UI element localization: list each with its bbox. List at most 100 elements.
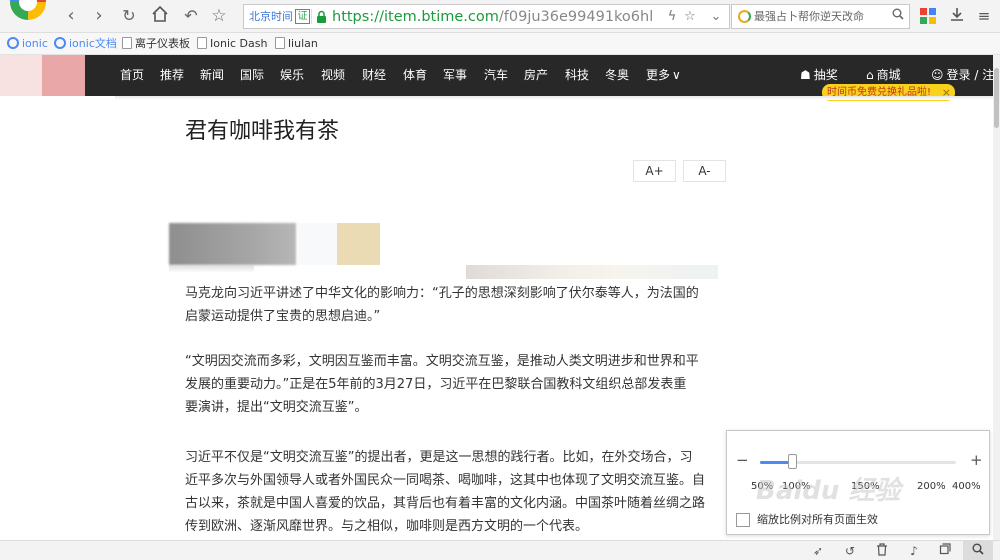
address-bar[interactable]: 北京时间证 https://item.btime.com/f09ju36e994… — [243, 4, 730, 29]
paragraph-line: 古以来，茶就是中国人喜爱的饮品，其背后也有着丰富的文化内涵。中国茶叶随着丝绸之路 — [185, 496, 706, 511]
nav-item-military[interactable]: 军事 — [443, 66, 467, 84]
article-image-blurred — [169, 223, 296, 265]
url-text[interactable]: https://item.btime.com/f09ju36e99491ko6h… — [332, 7, 652, 27]
nav-shadow — [115, 96, 993, 100]
page-icon — [122, 37, 132, 49]
header-banner-right — [42, 55, 85, 96]
bookmark-label: 离子仪表板 — [135, 37, 190, 50]
download-icon[interactable] — [947, 6, 967, 26]
page-icon — [275, 37, 285, 49]
reload-icon[interactable]: ↻ — [118, 5, 140, 27]
bookmark-liulan[interactable]: liulan — [275, 36, 318, 52]
favorite-star-icon[interactable]: ☆ — [208, 5, 230, 27]
zoom-label-50: 50% — [751, 481, 774, 492]
page-icon — [197, 37, 207, 49]
header-banner-left — [0, 55, 42, 96]
page-scrollbar[interactable] — [993, 55, 1000, 540]
article-image-blurred — [337, 223, 380, 265]
lightning-icon[interactable]: ϟ — [662, 7, 682, 27]
apps-grid-icon[interactable] — [920, 8, 936, 24]
location-tag[interactable]: 北京时间证 — [249, 8, 310, 25]
status-bar: ➶ ↺ ♪ — [0, 540, 1000, 560]
nav-item-finance[interactable]: 财经 — [362, 66, 386, 84]
paragraph-line: 启蒙运动提供了宝贵的思想启迪。” — [185, 309, 381, 324]
nav-item-entertainment[interactable]: 娱乐 — [280, 66, 304, 84]
zoom-icon[interactable] — [970, 543, 986, 559]
search-box[interactable]: 最强占卜帮你逆天改命 — [731, 4, 910, 29]
zoom-out-button[interactable]: − — [736, 450, 749, 470]
undo-close-tab-icon[interactable]: ↶ — [180, 5, 202, 27]
zoom-label-400: 400% — [952, 481, 981, 492]
article-image-blurred — [297, 223, 337, 265]
article-paragraph: 马克龙向习近平讲述了中华文化的影响力：“孔子的思想深刻影响了伏尔泰等人，为法国的… — [185, 282, 725, 328]
menu-icon[interactable]: ≡ — [974, 6, 994, 26]
bookmark-dashboard-cn[interactable]: 离子仪表板 — [122, 36, 190, 52]
refresh-icon[interactable]: ↺ — [842, 543, 858, 559]
nav-item-more[interactable]: 更多 ∨ — [646, 66, 681, 84]
nav-item-auto[interactable]: 汽车 — [484, 66, 508, 84]
browser-toolbar: ‹ › ↻ ↶ ☆ 北京时间证 https://item.btime.com/f… — [0, 0, 1000, 33]
address-divider — [311, 9, 312, 24]
nav-item-home[interactable]: 首页 — [120, 66, 144, 84]
article-image-shadow — [169, 265, 254, 273]
bookmark-ionic[interactable]: ionic — [7, 36, 48, 52]
bookmark-ionic-docs[interactable]: ionic文档 — [54, 36, 117, 52]
zoom-popup: − + 50% 100% 150% 200% 400% 缩放比例对所有页面生效 — [726, 430, 990, 535]
rocket-icon[interactable]: ➶ — [810, 543, 826, 559]
lottery-label: 抽奖 — [813, 68, 838, 82]
bag-icon: ⌂ — [866, 68, 874, 82]
nav-item-recommend[interactable]: 推荐 — [160, 66, 184, 84]
bookmark-ionic-dash[interactable]: Ionic Dash — [197, 36, 267, 52]
back-icon[interactable]: ‹ — [60, 5, 82, 27]
nav-item-news[interactable]: 新闻 — [200, 66, 224, 84]
url-host: https://item.btime.com — [332, 9, 499, 25]
lottery-link[interactable]: ☗ 抽奖 — [800, 66, 838, 84]
article-paragraph: 习近平不仅是“文明交流互鉴”的提出者，更是这一思想的践行者。比如，在外交场合，习… — [185, 446, 725, 538]
login-link[interactable]: ☺ 登录 / 注 — [931, 66, 993, 84]
forward-icon[interactable]: › — [88, 5, 110, 27]
bookmark-star-icon[interactable]: ☆ — [680, 7, 700, 27]
location-tag-label: 北京时间 — [249, 10, 293, 23]
bookmark-label: ionic — [22, 37, 48, 50]
scrollbar-thumb[interactable] — [994, 68, 999, 128]
dropdown-chevron-icon[interactable]: ⌄ — [706, 7, 726, 27]
nav-item-tech[interactable]: 科技 — [565, 66, 589, 84]
zoom-slider-thumb[interactable] — [788, 454, 798, 469]
article-paragraph: “文明因交流而多彩，文明因互鉴而丰富。文明交流互鉴，是推动人类文明进步和世界和平… — [185, 350, 725, 419]
paragraph-line: 要演讲，提出“文明交流互鉴”。 — [185, 400, 368, 415]
bookmarks-bar: ionic ionic文档 离子仪表板 Ionic Dash liulan — [0, 33, 1000, 55]
zoom-in-button[interactable]: + — [970, 450, 983, 470]
nav-item-winter-olympics[interactable]: 冬奥 — [605, 66, 629, 84]
nav-item-realestate[interactable]: 房产 — [524, 66, 548, 84]
nav-more-label: 更多 — [646, 68, 671, 82]
article-title: 君有咖啡我有茶 — [185, 119, 340, 144]
chevron-down-icon: ∨ — [672, 68, 681, 82]
gift-icon: ☗ — [800, 68, 811, 82]
shop-label: 商城 — [876, 68, 901, 82]
apply-all-checkbox[interactable] — [736, 513, 750, 527]
font-increase-button[interactable]: A+ — [633, 160, 676, 182]
bookmark-label: Ionic Dash — [210, 37, 268, 50]
paragraph-line: 传到欧洲、逐渐风靡世界。与之相似，咖啡则是西方文明的一个代表。 — [185, 519, 589, 534]
search-icon[interactable] — [892, 8, 904, 23]
paragraph-line: 马克龙向习近平讲述了中华文化的影响力：“孔子的思想深刻影响了伏尔泰等人，为法国的 — [185, 286, 699, 301]
trash-icon[interactable] — [874, 543, 890, 559]
apply-all-label: 缩放比例对所有页面生效 — [757, 513, 878, 526]
search-engine-icon — [738, 10, 751, 23]
home-icon[interactable] — [149, 5, 171, 27]
ionic-icon — [54, 37, 66, 49]
browser-logo-icon[interactable] — [8, 0, 48, 20]
paragraph-line: 近平多次与外国领导人或者外国民众一同喝茶、喝咖啡，这其中也体现了文明交流互鉴。自 — [185, 473, 706, 488]
volume-icon[interactable]: ♪ — [906, 543, 922, 559]
window-icon[interactable] — [937, 543, 953, 559]
login-label: 登录 / 注 — [946, 68, 993, 82]
search-suggestion: 最强占卜帮你逆天改命 — [754, 10, 864, 23]
ionic-icon — [7, 37, 19, 49]
user-icon: ☺ — [931, 68, 944, 82]
font-decrease-button[interactable]: A- — [683, 160, 726, 182]
nav-item-video[interactable]: 视频 — [321, 66, 345, 84]
shop-link[interactable]: ⌂ 商城 — [866, 66, 901, 84]
zoom-label-100: 100% — [782, 481, 811, 492]
nav-item-international[interactable]: 国际 — [240, 66, 264, 84]
nav-item-sports[interactable]: 体育 — [403, 66, 427, 84]
